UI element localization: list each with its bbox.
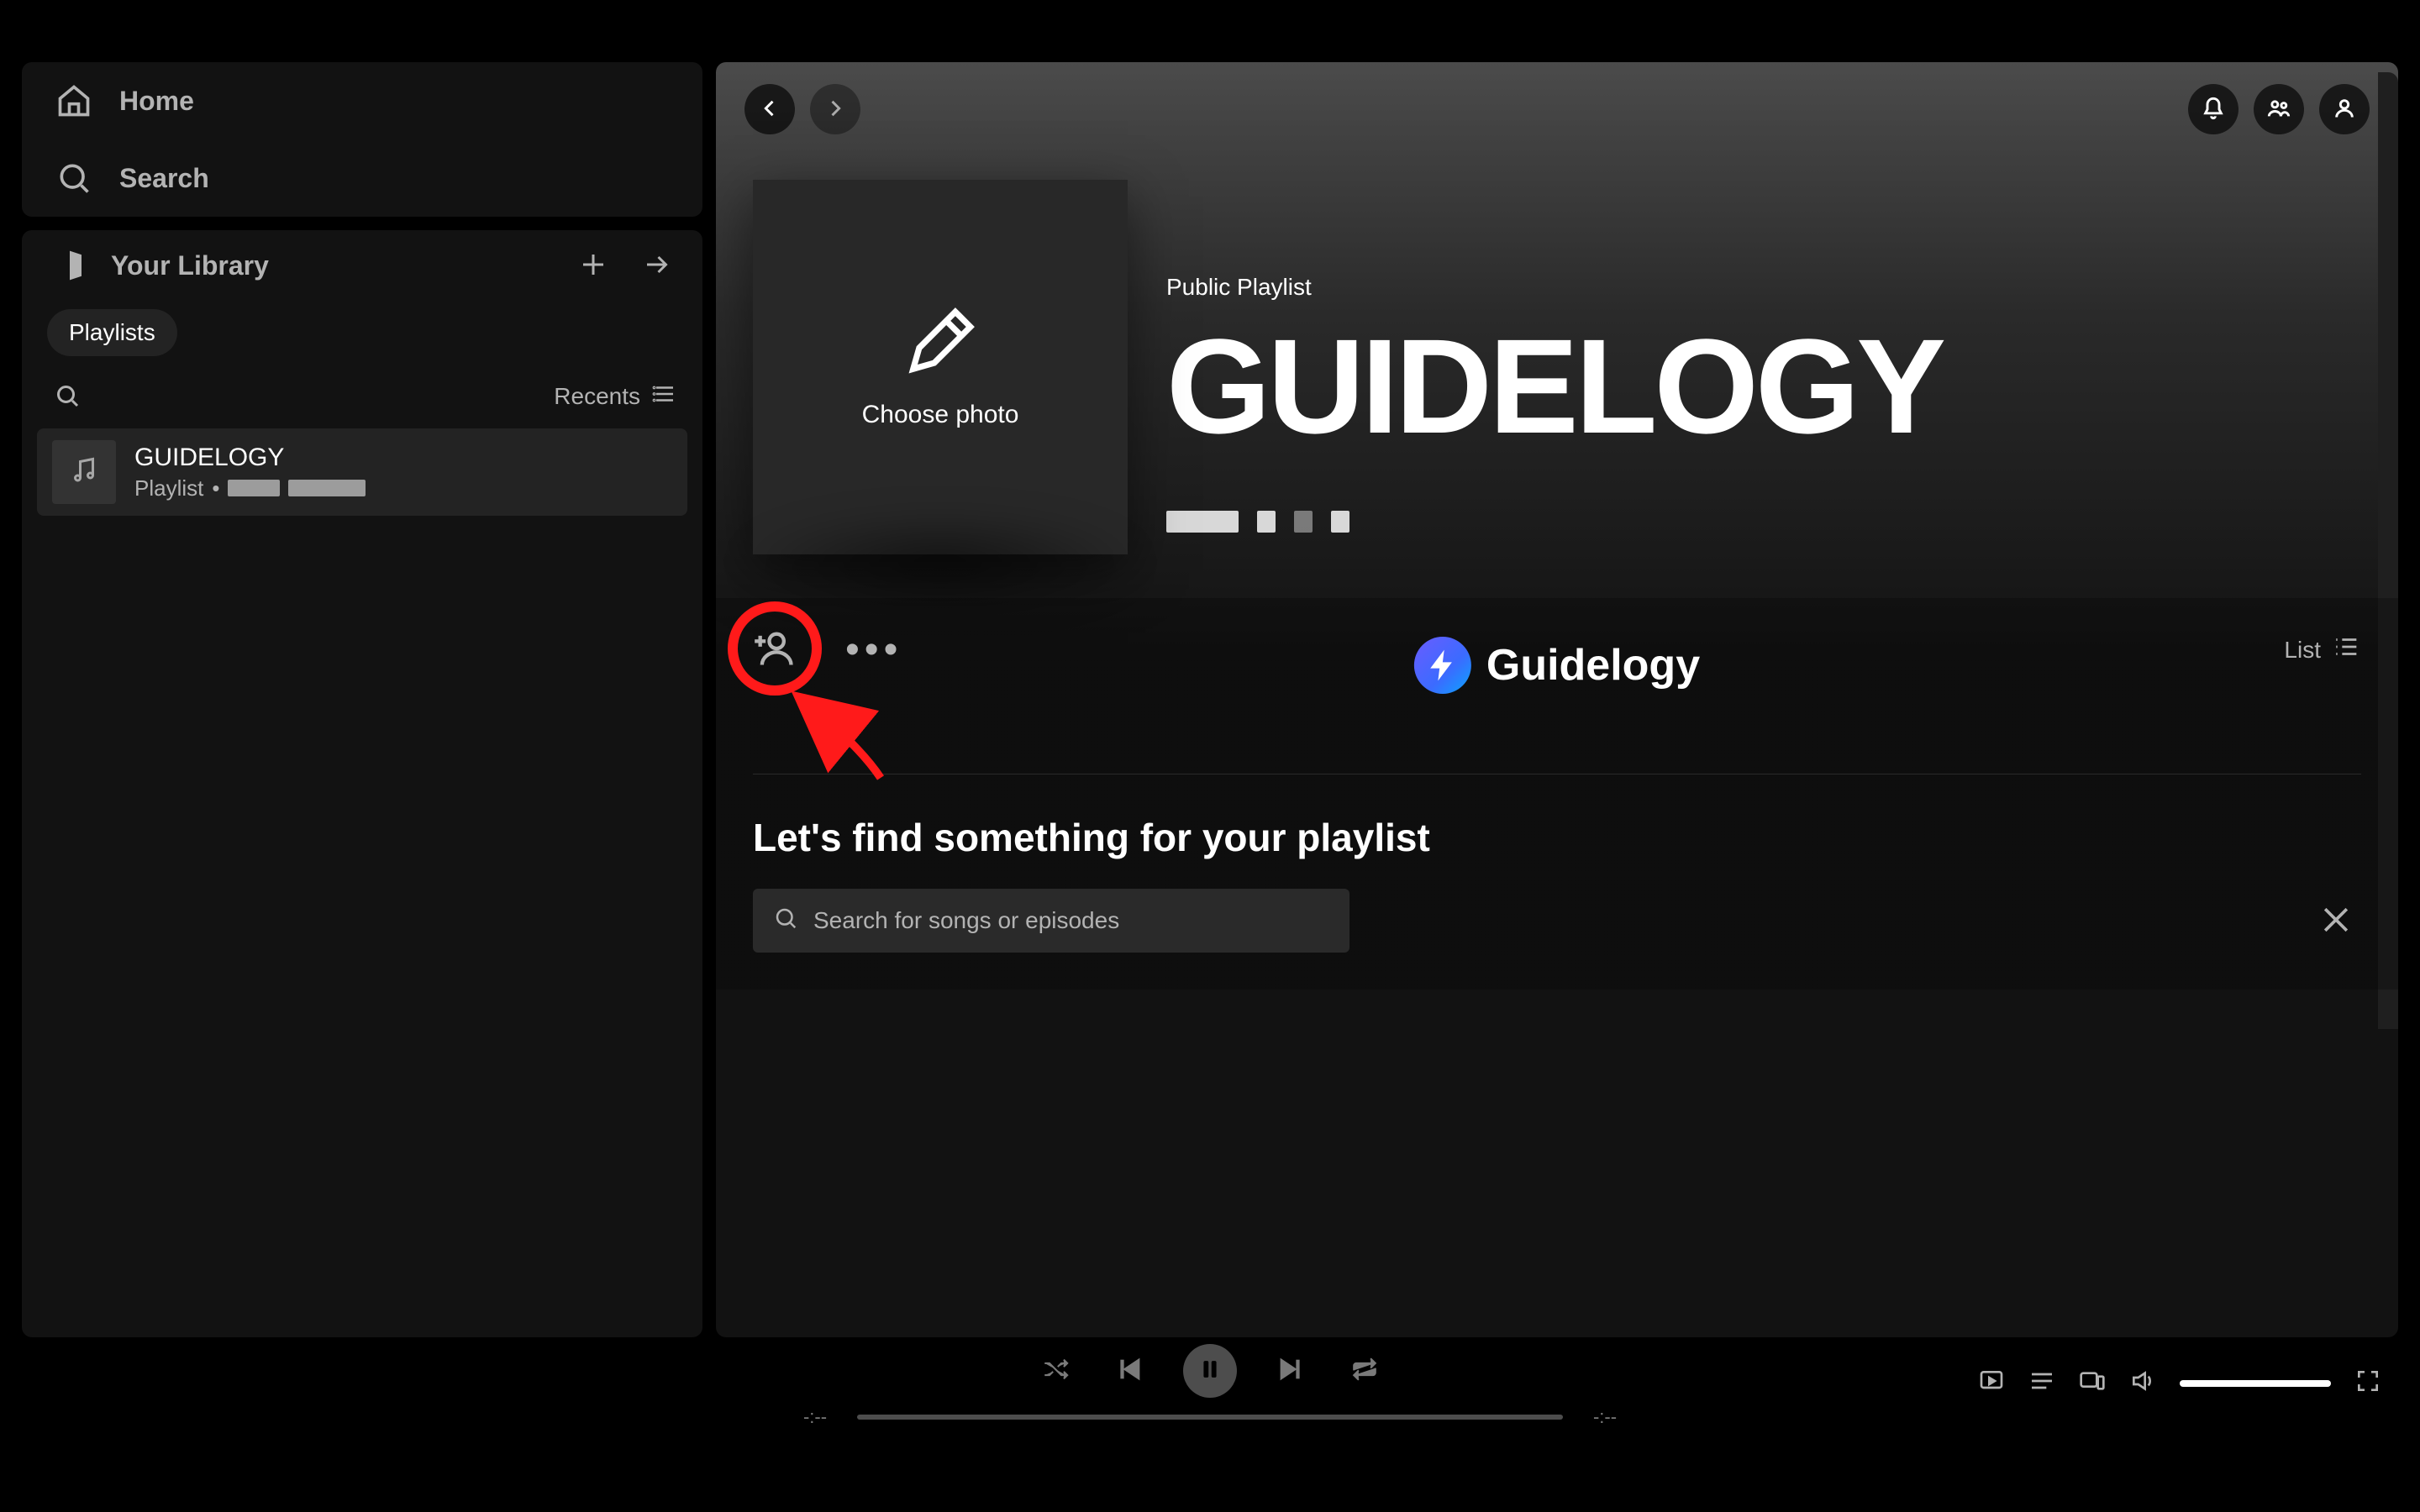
queue-icon bbox=[2028, 1383, 2055, 1398]
volume-slider[interactable] bbox=[2180, 1380, 2331, 1387]
devices-icon bbox=[2079, 1383, 2106, 1398]
pencil-icon bbox=[904, 306, 976, 382]
playlist-cover-choose-photo[interactable]: Choose photo bbox=[753, 180, 1128, 554]
ellipsis-icon: ••• bbox=[845, 627, 902, 672]
home-icon bbox=[55, 82, 92, 119]
user-icon bbox=[2333, 97, 2356, 123]
guidelogy-logo-icon bbox=[1414, 637, 1471, 694]
fullscreen-button[interactable] bbox=[2354, 1368, 2381, 1399]
playlist-type-label: Public Playlist bbox=[1166, 274, 1943, 301]
playlist-search-placeholder: Search for songs or episodes bbox=[813, 907, 1119, 934]
player-bar: -:-- -:-- bbox=[22, 1337, 2398, 1465]
search-icon bbox=[55, 160, 92, 197]
mute-button[interactable] bbox=[2129, 1368, 2156, 1399]
nav-search-label: Search bbox=[119, 163, 209, 194]
shuffle-button[interactable] bbox=[1035, 1351, 1076, 1391]
search-icon bbox=[773, 906, 798, 937]
create-playlist-button[interactable] bbox=[573, 245, 613, 286]
playlist-owner-row[interactable] bbox=[1166, 511, 1943, 533]
now-playing-view-button[interactable] bbox=[1978, 1368, 2005, 1399]
shuffle-icon bbox=[1041, 1355, 1070, 1388]
sidebar-playlist-item[interactable]: GUIDELOGY Playlist • bbox=[37, 428, 687, 516]
repeat-icon bbox=[1350, 1355, 1379, 1388]
skip-back-icon bbox=[1115, 1355, 1144, 1388]
chevron-left-icon bbox=[758, 97, 781, 123]
show-more-button[interactable] bbox=[637, 245, 677, 286]
friend-activity-button[interactable] bbox=[2254, 84, 2304, 134]
library-sort-label: Recents bbox=[554, 383, 640, 410]
playlist-search-input[interactable]: Search for songs or episodes bbox=[753, 889, 1349, 953]
watermark: Guidelogy bbox=[1414, 637, 1700, 694]
fullscreen-icon bbox=[2354, 1383, 2381, 1398]
playlist-title[interactable]: GUIDELOGY bbox=[1166, 319, 1943, 454]
add-user-icon bbox=[753, 627, 797, 673]
connect-device-button[interactable] bbox=[2079, 1368, 2106, 1399]
bell-icon bbox=[2202, 97, 2225, 123]
account-button[interactable] bbox=[2319, 84, 2370, 134]
redacted-text bbox=[288, 480, 366, 496]
close-icon bbox=[2317, 901, 2354, 941]
chevron-right-icon bbox=[823, 97, 847, 123]
filter-chip-playlists[interactable]: Playlists bbox=[47, 309, 177, 356]
redacted-text bbox=[228, 480, 280, 496]
nav-home[interactable]: Home bbox=[22, 62, 702, 139]
elapsed-time: -:-- bbox=[790, 1406, 840, 1428]
more-options-button[interactable]: ••• bbox=[845, 627, 902, 673]
pause-icon bbox=[1198, 1357, 1222, 1385]
library-header-button[interactable]: Your Library bbox=[47, 245, 269, 286]
skip-forward-icon bbox=[1276, 1355, 1305, 1388]
choose-photo-label: Choose photo bbox=[862, 401, 1019, 429]
find-something-heading: Let's find something for your playlist bbox=[753, 815, 2361, 860]
view-mode-label: List bbox=[2284, 637, 2321, 664]
arrow-right-icon bbox=[642, 249, 672, 282]
redacted-text bbox=[1257, 511, 1276, 533]
redacted-text bbox=[1294, 511, 1313, 533]
friends-icon bbox=[2267, 97, 2291, 123]
playlist-thumb bbox=[52, 440, 116, 504]
now-playing-icon bbox=[1978, 1383, 2005, 1398]
sidebar-top-panel: Home Search bbox=[22, 62, 702, 217]
repeat-button[interactable] bbox=[1344, 1351, 1385, 1391]
sidebar-library-panel: Your Library Playlists bbox=[22, 230, 702, 1337]
view-mode-toggle[interactable]: List bbox=[2284, 633, 2361, 667]
watermark-text: Guidelogy bbox=[1486, 640, 1700, 690]
list-icon bbox=[652, 381, 677, 412]
next-button[interactable] bbox=[1270, 1351, 1311, 1391]
queue-button[interactable] bbox=[2028, 1368, 2055, 1399]
annotation-arrow bbox=[790, 687, 891, 788]
playlist-item-title: GUIDELOGY bbox=[134, 444, 366, 472]
whats-new-button[interactable] bbox=[2188, 84, 2238, 134]
plus-icon bbox=[578, 249, 608, 282]
music-note-icon bbox=[69, 455, 99, 490]
list-icon bbox=[2333, 633, 2361, 667]
search-icon bbox=[52, 381, 82, 413]
nav-home-label: Home bbox=[119, 86, 194, 117]
close-find-button[interactable] bbox=[2311, 895, 2361, 946]
redacted-text bbox=[1331, 511, 1349, 533]
playlist-item-subtitle: Playlist • bbox=[134, 475, 366, 501]
library-sort-button[interactable]: Recents bbox=[554, 381, 677, 412]
volume-icon bbox=[2129, 1383, 2156, 1398]
library-search-button[interactable] bbox=[47, 376, 87, 417]
nav-forward-button[interactable] bbox=[810, 84, 860, 134]
invite-collaborators-button[interactable] bbox=[753, 628, 797, 672]
redacted-text bbox=[1166, 511, 1239, 533]
library-icon bbox=[47, 245, 87, 286]
main-view: Choose photo Public Playlist GUIDELOGY bbox=[716, 62, 2398, 1337]
progress-slider[interactable] bbox=[857, 1415, 1563, 1420]
nav-search[interactable]: Search bbox=[22, 139, 702, 217]
library-title-text: Your Library bbox=[111, 250, 269, 281]
nav-back-button[interactable] bbox=[744, 84, 795, 134]
remaining-time: -:-- bbox=[1580, 1406, 1630, 1428]
play-pause-button[interactable] bbox=[1183, 1344, 1237, 1398]
previous-button[interactable] bbox=[1109, 1351, 1150, 1391]
